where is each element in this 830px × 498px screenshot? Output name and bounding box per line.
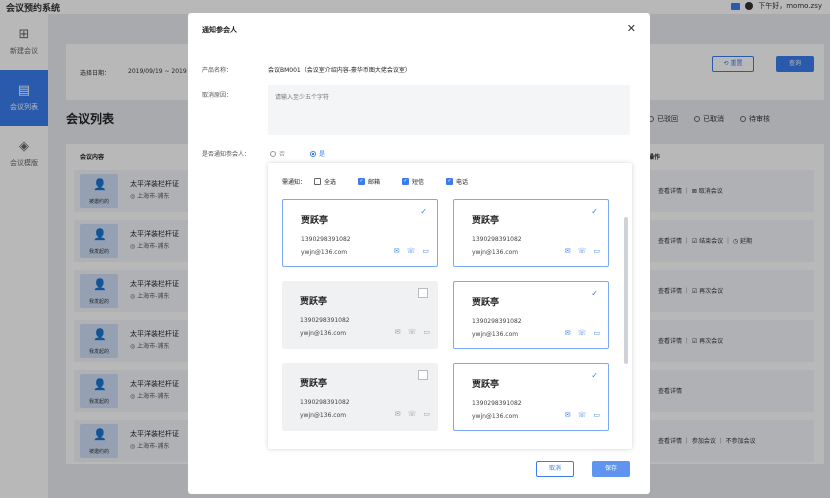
contact-name: 贾跃亭 — [472, 216, 500, 226]
checkbox-phone[interactable]: ✓ 电话 — [446, 177, 468, 186]
contact-phone: 1390298391082 — [472, 318, 522, 325]
notify-attendees-dialog: 通知参会人 ✕ 产品名称： 会议BM001（会议室介绍内容-豪华币图大佬会议室）… — [188, 13, 650, 494]
contact-name: 贾跃亭 — [300, 379, 328, 389]
phone-icon: ☏ — [577, 411, 587, 419]
message-icon: ▭ — [593, 329, 600, 337]
phone-icon: ☏ — [577, 247, 587, 255]
check-icon: ✓ — [420, 207, 427, 216]
checkbox-sms[interactable]: ✓ 短信 — [402, 177, 424, 186]
contact-card[interactable]: 贾跃亭 1390298391082 ywjn@136.com ✉ ☏ ▭ — [282, 281, 438, 349]
message-icon: ▭ — [423, 410, 430, 418]
contact-email: ywjn@136.com — [472, 331, 519, 338]
contact-phone: 1390298391082 — [301, 236, 351, 243]
contact-name: 贾跃亭 — [301, 216, 329, 226]
contact-name: 贾跃亭 — [472, 298, 500, 308]
dialog-title: 通知参会人 — [202, 26, 237, 34]
phone-icon: ☏ — [406, 247, 416, 255]
contact-email: ywjn@136.com — [300, 412, 347, 419]
contact-phone: 1390298391082 — [300, 399, 350, 406]
mail-icon: ✉ — [564, 411, 571, 419]
message-icon: ▭ — [423, 328, 430, 336]
contact-name: 贾跃亭 — [472, 380, 500, 390]
checkbox-icon — [418, 288, 428, 298]
contact-card[interactable]: 贾跃亭 1390298391082 ywjn@136.com ✓ ✉ ☏ ▭ — [453, 199, 609, 267]
checkbox-icon — [418, 370, 428, 380]
checkbox-select-all[interactable]: 全选 — [314, 177, 336, 186]
notify-option-yes[interactable]: 是 — [310, 149, 325, 158]
notify-option-no[interactable]: 否 — [270, 149, 285, 158]
mail-icon: ✉ — [394, 410, 401, 418]
contact-email: ywjn@136.com — [301, 249, 348, 256]
contact-email: ywjn@136.com — [472, 413, 519, 420]
mail-icon: ✉ — [394, 328, 401, 336]
contact-card[interactable]: 贾跃亭 1390298391082 ywjn@136.com ✓ ✉ ☏ ▭ — [282, 199, 438, 267]
product-label: 产品名称： — [202, 67, 233, 74]
contact-name: 贾跃亭 — [300, 297, 328, 307]
contacts-panel: 需通知： 全选 ✓ 邮箱 ✓ 短信 ✓ 电话 贾跃亭 1390298391082 yw… — [268, 163, 632, 449]
contact-email: ywjn@136.com — [300, 330, 347, 337]
message-icon: ▭ — [593, 247, 600, 255]
phone-icon: ☏ — [407, 328, 417, 336]
checkbox-icon — [314, 178, 321, 185]
close-icon[interactable]: ✕ — [627, 22, 636, 35]
check-icon: ✓ — [591, 207, 598, 216]
message-icon: ▭ — [593, 411, 600, 419]
check-icon: ✓ — [591, 371, 598, 380]
contact-card[interactable]: 贾跃亭 1390298391082 ywjn@136.com ✓ ✉ ☏ ▭ — [453, 281, 609, 349]
product-value: 会议BM001（会议室介绍内容-豪华币图大佬会议室） — [268, 67, 411, 74]
reason-input[interactable] — [268, 85, 630, 135]
checkbox-checked-icon: ✓ — [446, 178, 453, 185]
notify-label: 是否通知参会人： — [202, 151, 251, 158]
contact-phone: 1390298391082 — [472, 400, 522, 407]
radio-icon — [270, 150, 276, 157]
reason-label: 取消原因： — [202, 92, 233, 99]
cancel-button[interactable]: 取消 — [536, 461, 574, 477]
scrollbar[interactable] — [624, 217, 628, 364]
checkbox-checked-icon: ✓ — [402, 178, 409, 185]
contact-card[interactable]: 贾跃亭 1390298391082 ywjn@136.com ✓ ✉ ☏ ▭ — [453, 363, 609, 431]
contact-card[interactable]: 贾跃亭 1390298391082 ywjn@136.com ✉ ☏ ▭ — [282, 363, 438, 431]
contact-phone: 1390298391082 — [300, 317, 350, 324]
message-icon: ▭ — [422, 247, 429, 255]
checkbox-checked-icon: ✓ — [358, 178, 365, 185]
checkbox-email[interactable]: ✓ 邮箱 — [358, 177, 380, 186]
save-button[interactable]: 保存 — [592, 461, 630, 477]
phone-icon: ☏ — [407, 410, 417, 418]
contact-phone: 1390298391082 — [472, 236, 522, 243]
mail-icon: ✉ — [564, 329, 571, 337]
channel-label: 需通知： — [282, 179, 307, 186]
contact-email: ywjn@136.com — [472, 249, 519, 256]
radio-checked-icon — [310, 150, 316, 157]
mail-icon: ✉ — [393, 247, 400, 255]
mail-icon: ✉ — [564, 247, 571, 255]
phone-icon: ☏ — [577, 329, 587, 337]
check-icon: ✓ — [591, 289, 598, 298]
